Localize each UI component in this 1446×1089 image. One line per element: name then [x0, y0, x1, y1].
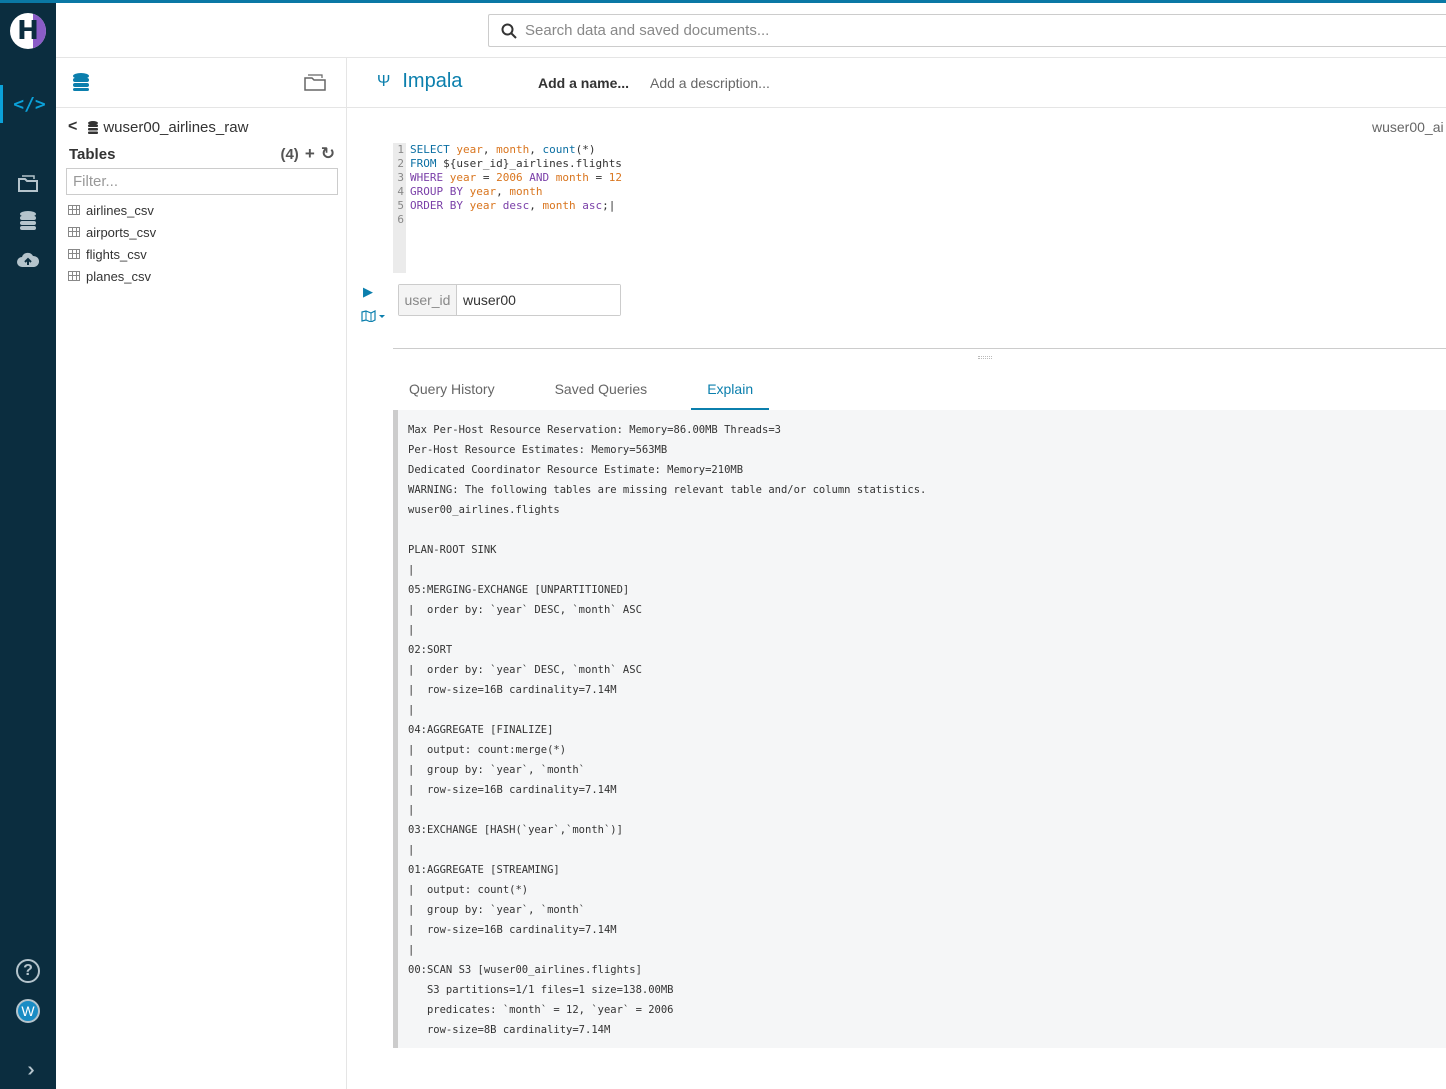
filter-input[interactable]: [66, 168, 338, 195]
cloud-upload-nav-icon[interactable]: [0, 245, 56, 275]
table-name: airlines_csv: [86, 202, 154, 218]
expand-nav-button[interactable]: ››: [0, 1059, 56, 1082]
double-chevron-right-icon: ››: [27, 1059, 36, 1081]
table-icon: [68, 227, 80, 237]
chevron-left-icon[interactable]: <: [68, 118, 77, 136]
database-nav-icon[interactable]: [0, 206, 56, 236]
database-icon[interactable]: [72, 72, 90, 97]
explain-plan-text: Max Per-Host Resource Reservation: Memor…: [408, 424, 927, 1036]
query-description-field[interactable]: Add a description...: [650, 75, 770, 91]
global-search[interactable]: [488, 14, 1446, 47]
database-breadcrumb[interactable]: < wuser00_airlines_raw: [68, 118, 248, 136]
help-nav[interactable]: ?: [0, 959, 56, 983]
divider: [393, 348, 1446, 349]
database-name: wuser00_airlines_raw: [103, 118, 249, 136]
list-item[interactable]: flights_csv: [68, 243, 156, 265]
editor-nav-icon[interactable]: </>: [0, 85, 56, 123]
user-menu[interactable]: W: [0, 999, 56, 1023]
folder-icon[interactable]: [303, 72, 327, 97]
tab-explain[interactable]: Explain: [691, 374, 770, 410]
resize-handle[interactable]: [978, 356, 992, 359]
list-item[interactable]: airlines_csv: [68, 199, 156, 221]
parameter-label: user_id: [399, 285, 457, 315]
left-assist-panel: < wuser00_airlines_raw Tables (4) + ↻ ai…: [56, 58, 347, 1089]
assist-panel-header: [56, 58, 346, 108]
database-small-icon: [88, 121, 99, 134]
parameter-input[interactable]: [457, 285, 620, 315]
hue-logo[interactable]: H: [0, 3, 56, 58]
documents-nav-icon[interactable]: [0, 168, 56, 198]
tables-title: Tables: [69, 145, 116, 163]
table-name: flights_csv: [86, 246, 147, 262]
tables-count: (4): [280, 145, 299, 163]
table-name: planes_csv: [86, 268, 152, 284]
table-icon: [68, 271, 80, 281]
editor-header: Ψ Impala Add a name... Add a description…: [347, 58, 1446, 135]
query-name-field[interactable]: Add a name...: [538, 75, 629, 91]
result-tabs: Query History Saved Queries Explain: [393, 374, 797, 410]
explain-panel: Max Per-Host Resource Reservation: Memor…: [393, 410, 1446, 1048]
logo-icon: H: [10, 12, 46, 49]
table-icon: [68, 249, 80, 259]
help-icon: ?: [16, 959, 40, 983]
engine-title: Ψ Impala: [377, 70, 462, 93]
sql-editor[interactable]: 123 456 SELECT year, month, count(*) FRO…: [393, 143, 1093, 273]
avatar: W: [16, 999, 40, 1023]
search-input[interactable]: [525, 22, 1325, 39]
table-icon: [68, 205, 80, 215]
parameter-field: user_id: [398, 284, 621, 316]
line-gutter: 123 456: [393, 143, 406, 273]
database-selector[interactable]: wuser00_ai: [1372, 119, 1444, 135]
search-icon: [501, 23, 517, 39]
map-dropdown-icon[interactable]: [361, 310, 385, 325]
refresh-icon[interactable]: ↻: [321, 144, 335, 164]
tab-saved-queries[interactable]: Saved Queries: [539, 374, 664, 410]
engine-name: Impala: [402, 70, 463, 92]
table-name: airports_csv: [86, 224, 157, 240]
run-query-button[interactable]: ▶: [363, 284, 373, 300]
tab-query-history[interactable]: Query History: [393, 374, 511, 410]
list-item[interactable]: airports_csv: [68, 221, 156, 243]
sql-code: SELECT year, month, count(*) FROM ${user…: [410, 143, 622, 212]
tables-header: Tables (4) + ↻: [69, 144, 335, 164]
list-item[interactable]: planes_csv: [68, 265, 156, 287]
tables-list: airlines_csv airports_csv flights_csv pl…: [68, 199, 156, 287]
left-nav: H </> ? W ››: [0, 3, 56, 1089]
impala-icon: Ψ: [377, 72, 391, 90]
plus-icon[interactable]: +: [305, 144, 315, 164]
top-header: [56, 3, 1446, 58]
